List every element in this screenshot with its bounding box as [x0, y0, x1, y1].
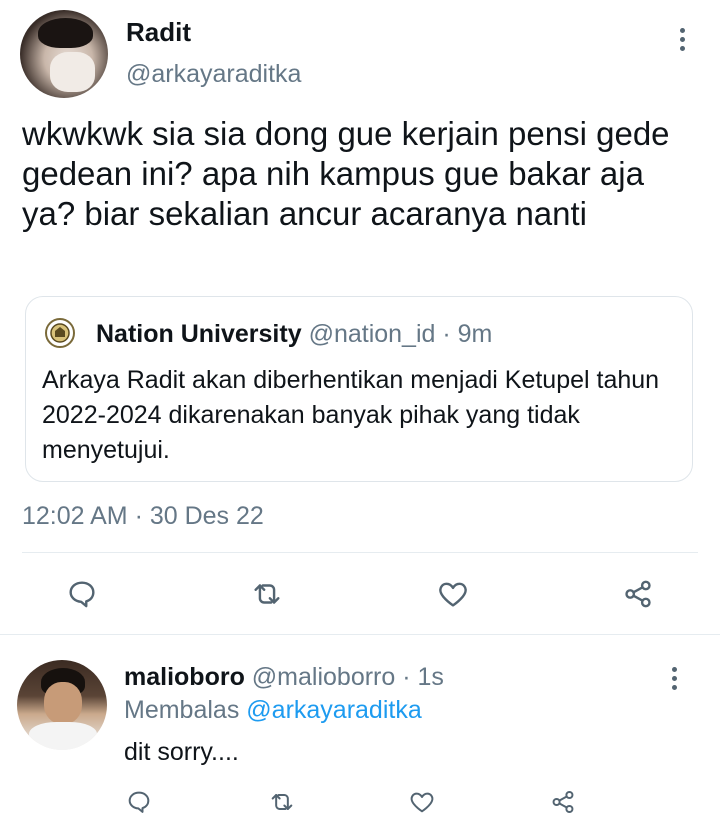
share-icon	[625, 580, 651, 608]
reply-age: · 1s	[402, 663, 444, 691]
reply-reply-button[interactable]	[119, 782, 159, 822]
reply-share-button[interactable]	[543, 782, 583, 822]
share-icon	[552, 790, 574, 814]
reply-like-button[interactable]	[402, 782, 442, 822]
author-handle[interactable]: @arkayaraditka	[126, 58, 301, 90]
tweet-text: wkwkwk sia sia dong gue kerjain pensi ge…	[22, 115, 670, 232]
divider	[0, 634, 720, 635]
reply-button[interactable]	[62, 574, 102, 614]
like-icon	[410, 792, 434, 813]
tweet-timestamp[interactable]: 12:02 AM · 30 Des 22	[22, 498, 264, 534]
replying-to-link[interactable]: @arkayaraditka	[246, 696, 421, 724]
reply-more-options-button[interactable]	[664, 664, 684, 694]
reply-author-handle[interactable]: @malioborro	[252, 663, 395, 691]
retweet-button[interactable]	[247, 574, 287, 614]
university-seal-icon	[44, 317, 76, 349]
reply-icon	[128, 791, 150, 813]
reply-author-name[interactable]: malioboro	[124, 663, 245, 691]
reply-retweet-button[interactable]	[262, 782, 302, 822]
more-vert-icon	[680, 28, 685, 33]
reply-text: dit sorry....	[124, 738, 239, 766]
retweet-icon	[271, 794, 293, 810]
more-options-button[interactable]	[672, 25, 692, 55]
quoted-tweet-text: Arkaya Radit akan diberhentikan menjadi …	[42, 366, 660, 464]
reply-icon	[69, 581, 95, 608]
like-button[interactable]	[433, 574, 473, 614]
quoted-tweet-age: · 9m	[442, 320, 493, 348]
replying-label: Membalas	[124, 696, 240, 724]
author-avatar[interactable]	[20, 10, 108, 98]
quoted-tweet-card[interactable]: Nation University @nation_id · 9m Arkaya…	[25, 296, 693, 482]
quoted-author-handle: @nation_id	[308, 320, 436, 348]
author-name[interactable]: Radit	[126, 16, 191, 48]
quoted-author-name: Nation University	[96, 320, 302, 348]
retweet-icon	[254, 584, 280, 604]
divider	[22, 552, 698, 553]
more-vert-icon	[672, 667, 677, 672]
like-icon	[439, 582, 467, 607]
reply-author-avatar[interactable]	[17, 660, 107, 750]
share-button[interactable]	[618, 574, 658, 614]
